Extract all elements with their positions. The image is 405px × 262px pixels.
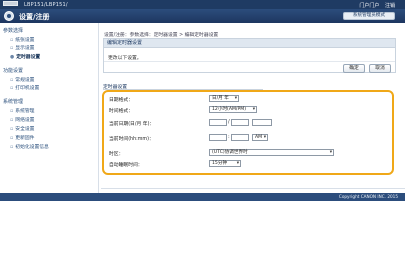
current-date-label: 当前日期(日/月 年)：: [109, 122, 155, 127]
cancel-button[interactable]: 取消: [369, 64, 391, 73]
title-bar: 设置/注册 系统管理员模式: [0, 9, 405, 23]
time-zone-select[interactable]: (UTC)协调世界时: [209, 149, 334, 156]
sidebar-item-security-settings[interactable]: ▫ 安全设置: [10, 125, 34, 132]
sidebar-item-system-management[interactable]: ▫ 系统管理: [10, 107, 34, 114]
sidebar-item-common-settings[interactable]: ▫ 常规设置: [10, 76, 34, 83]
bullet-icon: ▫: [10, 145, 14, 150]
portal-link[interactable]: 门户门户: [359, 3, 379, 9]
sidebar-group-management: 系统管理: [3, 99, 24, 105]
date-format-select[interactable]: 日/月 年: [209, 95, 239, 102]
copyright-text: Copyright CANON INC. 2015: [338, 194, 398, 199]
bullet-icon: ▫: [10, 136, 14, 141]
bullet-icon: ▫: [10, 86, 14, 91]
time-minute-input[interactable]: [231, 134, 249, 141]
auto-sleep-select[interactable]: 15分钟: [209, 160, 241, 167]
divider: [101, 188, 405, 189]
top-bar: LBP151/LBP151/ 门户门户 注销: [0, 0, 405, 9]
date-month-input[interactable]: [231, 119, 249, 126]
date-year-input[interactable]: [252, 119, 272, 126]
edit-notice-panel: 编辑定时器设置 更改以下设置。 确定 取消: [103, 38, 396, 73]
sidebar-item-update-firmware[interactable]: ▫ 更新固件: [10, 134, 34, 141]
time-separator: :: [228, 134, 230, 140]
sidebar-item-paper-settings[interactable]: ▫ 纸张设置: [10, 36, 34, 43]
bullet-icon: ▫: [10, 38, 14, 43]
time-format-select[interactable]: 12小时(AM/PM): [209, 106, 257, 113]
system-manager-mode-button[interactable]: 系统管理员模式: [343, 12, 395, 20]
sidebar-item-initialize-settings[interactable]: ▫ 初始化设置信息: [10, 143, 49, 150]
bullet-icon: ▫: [10, 127, 14, 132]
sidebar-group-function-settings: 功能设置: [3, 68, 24, 74]
ok-button[interactable]: 确定: [343, 64, 365, 73]
divider: [104, 61, 395, 62]
current-time-label: 当前时间(hh:mm)：: [109, 137, 154, 142]
bullet-icon: ●: [10, 55, 15, 60]
bullet-icon: ▫: [10, 78, 14, 83]
printer-name: LBP151/LBP151/: [24, 1, 68, 8]
timer-settings-section-title: 定时器设置: [103, 83, 263, 90]
top-links: 门户门户 注销: [355, 2, 395, 9]
notice-message: 更改以下设置。: [108, 56, 142, 61]
sidebar-item-timer-settings[interactable]: ● 定时器设置: [10, 53, 40, 60]
sidebar-item-display-settings[interactable]: ▫ 显示设置: [10, 44, 34, 51]
canon-logo: [3, 1, 18, 6]
bullet-icon: ▫: [10, 46, 14, 51]
ampm-select[interactable]: AM: [252, 134, 268, 141]
sidebar-item-printer-settings[interactable]: ▫ 打印机设置: [10, 84, 39, 91]
date-day-input[interactable]: [209, 119, 227, 126]
footer: Copyright CANON INC. 2015: [0, 193, 405, 201]
time-hour-input[interactable]: [209, 134, 227, 141]
timer-settings-form: 日期格式： 日/月 年 时间格式： 12小时(AM/PM) 当前日期(日/月 年…: [102, 90, 394, 175]
logout-link[interactable]: 注销: [385, 3, 395, 9]
sidebar-item-network-settings[interactable]: ▫ 网络设置: [10, 116, 34, 123]
settings-icon: [4, 11, 14, 21]
breadcrumb: 设置/注册：参数选择：定时器设置 > 编辑定时器设置: [104, 33, 219, 38]
time-zone-label: 时区：: [109, 152, 124, 157]
page-title: 设置/注册: [19, 12, 50, 21]
date-separator: /: [228, 119, 230, 125]
sidebar: 参数选择 ▫ 纸张设置 ▫ 显示设置 ● 定时器设置 功能设置 ▫ 常规设置 ▫ 打印机设…: [0, 23, 99, 193]
bullet-icon: ▫: [10, 109, 14, 114]
bullet-icon: ▫: [10, 118, 14, 123]
notice-header: 编辑定时器设置: [104, 39, 395, 48]
sidebar-group-preferences: 参数选择: [3, 28, 24, 34]
time-format-label: 时间格式：: [109, 109, 133, 114]
date-format-label: 日期格式：: [109, 98, 133, 103]
auto-sleep-label: 自动睡眠时间：: [109, 163, 143, 168]
